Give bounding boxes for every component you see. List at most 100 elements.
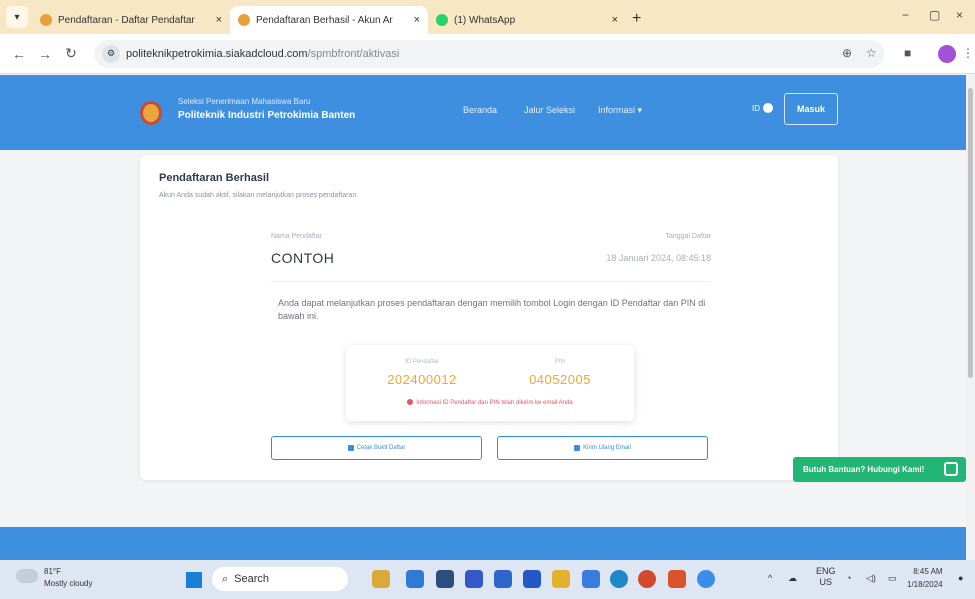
clock-date: 1/18/2024 [907, 580, 943, 589]
app-icon[interactable] [436, 570, 454, 588]
info-icon [407, 399, 414, 405]
resend-email-label: Kirim Ulang Email [583, 445, 631, 451]
globe-icon [763, 103, 773, 113]
lang-bottom: US [819, 577, 833, 587]
site-favicon-icon [238, 14, 250, 26]
search-label: Search [234, 573, 270, 585]
print-icon [347, 445, 354, 451]
clock[interactable]: 8:45 AM 1/18/2024 [907, 565, 943, 591]
close-icon[interactable]: × [612, 14, 618, 26]
resend-email-button[interactable]: Kirim Ulang Email [497, 436, 708, 460]
tab-whatsapp[interactable]: (1) WhatsApp × [428, 6, 626, 34]
chat-icon [944, 462, 958, 476]
tab-label: (1) WhatsApp [454, 14, 516, 26]
notice-text: Informasi ID Pendaftar dan PIN telah dik… [416, 400, 573, 406]
site-header: Seleksi Penerimaan Mahasiswa Baru Polite… [0, 75, 966, 150]
weather-desc[interactable]: Mostly cloudy [44, 579, 92, 588]
app-icon[interactable] [582, 570, 600, 588]
taskbar-search[interactable]: ⌕ Search [212, 567, 348, 591]
app-icon[interactable] [465, 570, 483, 588]
nama-value: CONTOH [271, 250, 335, 266]
reload-icon[interactable]: ↻ [58, 45, 84, 62]
url-input[interactable]: ⚙ politeknikpetrokimia.siakadcloud.com /… [94, 39, 884, 68]
weather-temp[interactable]: 81°F [44, 567, 61, 576]
language-selector[interactable]: ID [752, 103, 773, 113]
language-indicator[interactable]: ENG US [816, 566, 836, 588]
pin-value: 04052005 [529, 372, 591, 387]
id-pendaftar-value: 202400012 [387, 372, 457, 387]
scrollbar-thumb[interactable] [968, 88, 973, 378]
tab-label: Pendaftaran Berhasil - Akun Ar [256, 14, 393, 26]
zoom-icon[interactable]: ⊕ [842, 46, 852, 60]
profile-avatar[interactable] [938, 45, 956, 63]
institution-logo-icon[interactable] [140, 101, 162, 125]
app-icon[interactable] [523, 570, 541, 588]
folder-icon[interactable] [552, 570, 570, 588]
tab-pendaftaran-berhasil[interactable]: Pendaftaran Berhasil - Akun Ar × [230, 6, 428, 34]
battery-icon[interactable]: ▭ [888, 573, 897, 584]
email-notice: Informasi ID Pendaftar dan PIN telah dik… [346, 399, 634, 406]
chrome-icon[interactable] [697, 570, 715, 588]
file-explorer-icon[interactable] [372, 570, 390, 588]
help-contact-button[interactable]: Butuh Bantuan? Hubungi Kami! [793, 457, 966, 482]
tab-label: Pendaftaran - Daftar Pendaftar [58, 14, 195, 26]
nav-beranda[interactable]: Beranda [463, 105, 497, 115]
id-pendaftar-label: ID Pendaftar [405, 359, 439, 365]
brand-subtitle: Seleksi Penerimaan Mahasiswa Baru [178, 97, 311, 106]
nav-jalur-seleksi[interactable]: Jalur Seleksi [524, 105, 575, 115]
language-label: ID [752, 103, 760, 113]
notification-bell-icon[interactable]: ● [958, 573, 963, 583]
login-button[interactable]: Masuk [784, 93, 838, 125]
card-title: Pendaftaran Berhasil [159, 172, 270, 184]
volume-icon[interactable]: ◁) [866, 573, 876, 584]
chevron-up-icon[interactable]: ^ [768, 573, 772, 583]
search-icon: ⌕ [222, 572, 229, 585]
tab-daftar-pendaftar[interactable]: Pendaftaran - Daftar Pendaftar × [32, 6, 230, 34]
store-icon[interactable] [494, 570, 512, 588]
site-info-icon[interactable]: ⚙ [102, 44, 120, 63]
browser-tab-bar: ▾ Pendaftaran - Daftar Pendaftar × Penda… [0, 0, 975, 34]
address-bar: ← → ↻ ⚙ politeknikpetrokimia.siakadcloud… [0, 34, 975, 74]
print-proof-button[interactable]: Cetak Bukti Daftar [271, 436, 482, 460]
bookmark-star-icon[interactable]: ☆ [866, 46, 877, 60]
web-page: Seleksi Penerimaan Mahasiswa Baru Polite… [0, 75, 966, 560]
success-card: Pendaftaran Berhasil Akun Anda sudah akt… [140, 155, 838, 480]
sidebar-icon[interactable]: ■ [904, 46, 911, 60]
email-icon [574, 445, 581, 451]
edge-icon[interactable] [610, 570, 628, 588]
wifi-icon[interactable]: ◔ [846, 573, 851, 583]
close-icon[interactable]: × [216, 14, 222, 26]
forward-arrow-icon[interactable]: → [32, 46, 58, 62]
clock-time: 8:45 AM [913, 567, 943, 576]
back-arrow-icon[interactable]: ← [6, 46, 32, 62]
print-proof-label: Cetak Bukti Daftar [356, 445, 406, 451]
divider [271, 281, 711, 282]
app-icon[interactable] [638, 570, 656, 588]
site-favicon-icon [40, 14, 52, 26]
app-icon[interactable] [668, 570, 686, 588]
whatsapp-icon [436, 14, 448, 26]
app-icon[interactable] [406, 570, 424, 588]
tanggal-label: Tanggal Daftar [665, 233, 711, 240]
pin-label: PIN [554, 359, 565, 365]
screen: ▾ Pendaftaran - Daftar Pendaftar × Penda… [0, 0, 975, 599]
close-window-button[interactable]: × [956, 8, 963, 22]
windows-start-icon[interactable] [186, 572, 202, 588]
card-subtitle: Akun Anda sudah aktif, silakan melanjutk… [159, 192, 359, 199]
lang-top: ENG [816, 566, 836, 576]
menu-dots-icon[interactable]: ⋮ [962, 46, 974, 60]
minimize-button[interactable]: − [902, 8, 909, 22]
cloud-icon[interactable] [16, 569, 38, 583]
url-path: /spmbfront/aktivasi [307, 47, 400, 60]
new-tab-button[interactable]: + [632, 10, 641, 28]
maximize-button[interactable]: ▢ [929, 8, 940, 22]
info-text: Anda dapat melanjutkan proses pendaftara… [278, 298, 706, 321]
tab-search-button[interactable]: ▾ [6, 6, 28, 28]
tanggal-value: 18 Januari 2024, 08:45:18 [606, 253, 711, 263]
nama-label: Nama Pendaftar [271, 233, 322, 240]
cloud-sync-icon[interactable]: ☁ [788, 573, 797, 584]
brand-title[interactable]: Politeknik Industri Petrokimia Banten [178, 110, 355, 121]
site-footer [0, 527, 966, 560]
nav-informasi[interactable]: Informasi ▾ [598, 105, 642, 116]
close-icon[interactable]: × [414, 14, 420, 26]
